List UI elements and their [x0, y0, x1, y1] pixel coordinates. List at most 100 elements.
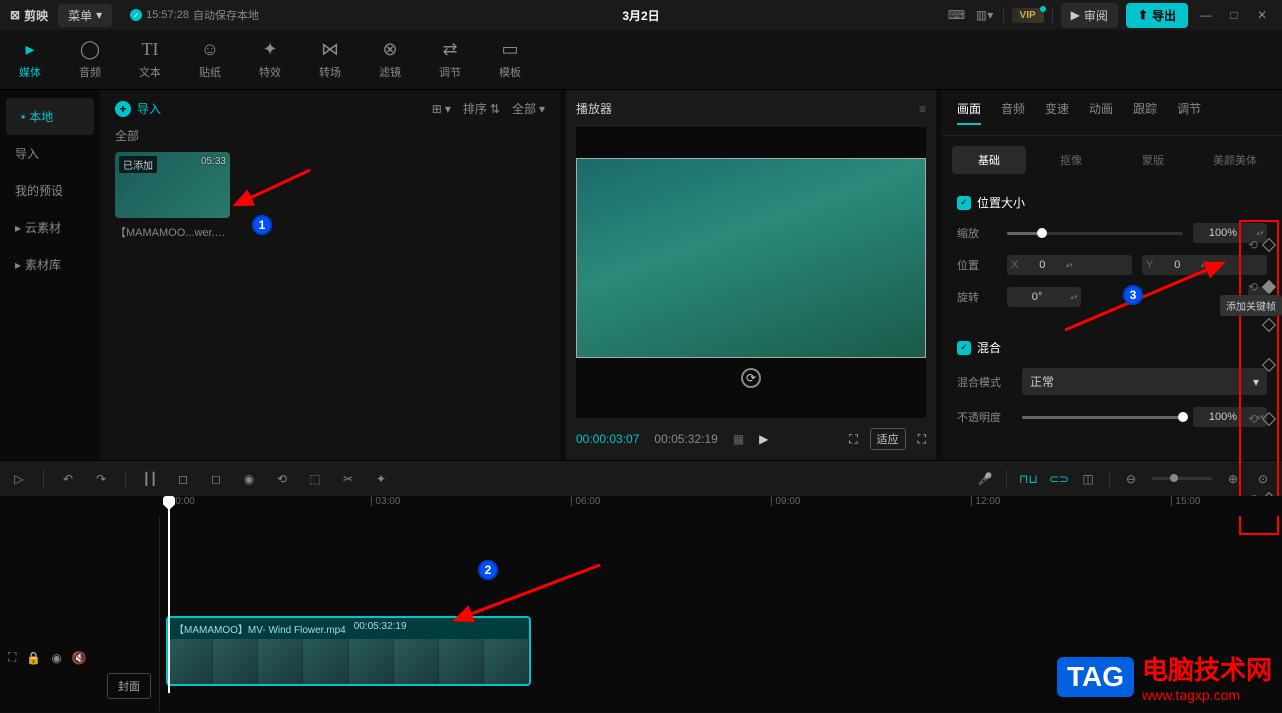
prop-tab-speed[interactable]: 变速 — [1045, 100, 1069, 125]
audio-icon: ◯ — [80, 39, 100, 60]
media-clip[interactable]: 已添加 05:33 【MAMAMOO...wer.mp4 — [115, 152, 230, 240]
delete-left-icon[interactable]: ◻ — [174, 472, 192, 486]
mirror-icon[interactable]: ⬚ — [306, 472, 324, 486]
checkbox-icon[interactable]: ✓ — [957, 196, 971, 210]
prop-tab-anim[interactable]: 动画 — [1089, 100, 1113, 125]
tab-template[interactable]: ▭模板 — [480, 30, 540, 89]
mic-icon[interactable]: 🎤 — [976, 472, 994, 486]
keyframe-icon[interactable] — [1262, 280, 1276, 294]
subtab-basic[interactable]: 基础 — [952, 146, 1026, 174]
split-icon[interactable]: ┃┃ — [141, 472, 159, 486]
pos-x-input[interactable] — [1022, 255, 1062, 275]
speed-icon[interactable]: ◉ — [240, 472, 258, 486]
autosave-status: ✓ 15:57:28 自动保存本地 — [130, 7, 259, 23]
check-icon: ✓ — [130, 9, 142, 21]
close-button[interactable]: ✕ — [1252, 8, 1272, 22]
menu-button[interactable]: 菜单 ▾ — [58, 4, 112, 27]
fullscreen-icon[interactable]: ⛶ — [918, 432, 926, 447]
sync-icon[interactable]: ⟳ — [741, 368, 761, 388]
scan-icon[interactable]: ⛶ — [849, 432, 857, 447]
zoom-out-icon[interactable]: ⊖ — [1122, 472, 1140, 486]
layout-icon[interactable]: ▥▾ — [975, 8, 995, 22]
tab-filter[interactable]: ⊗滤镜 — [360, 30, 420, 89]
reset-icon[interactable]: ⟲ — [1248, 280, 1258, 294]
blend-mode-label: 混合模式 — [957, 374, 1012, 390]
tab-text[interactable]: TI文本 — [120, 30, 180, 89]
undo-icon[interactable]: ↶ — [59, 472, 77, 486]
prop-tab-track[interactable]: 跟踪 — [1133, 100, 1157, 125]
vip-badge[interactable]: VIP — [1012, 8, 1044, 23]
opacity-slider[interactable] — [1022, 416, 1183, 419]
tab-transition[interactable]: ⋈转场 — [300, 30, 360, 89]
lock-icon[interactable]: 🔒 — [26, 651, 41, 665]
checkbox-icon[interactable]: ✓ — [957, 341, 971, 355]
keyboard-icon[interactable]: ⌨ — [947, 8, 967, 22]
subtab-cutout[interactable]: 抠像 — [1034, 146, 1108, 174]
filter-button[interactable]: 全部 ▾ — [512, 100, 545, 117]
volume-icon[interactable]: ▦ — [733, 432, 744, 446]
subtab-mask[interactable]: 蒙版 — [1116, 146, 1190, 174]
redo-icon[interactable]: ↷ — [92, 472, 110, 486]
fullscreen-track-icon[interactable]: ⛶ — [8, 650, 16, 665]
tab-adjust[interactable]: ⇄调节 — [420, 30, 480, 89]
tab-audio[interactable]: ◯音频 — [60, 30, 120, 89]
sidebar-item-local[interactable]: • 本地 — [6, 98, 94, 135]
play-button[interactable]: ▶ — [759, 432, 768, 446]
crop-icon[interactable]: ✂ — [339, 472, 357, 486]
delete-right-icon[interactable]: ◻ — [207, 472, 225, 486]
link-icon[interactable]: ⊂⊃ — [1049, 472, 1067, 486]
view-toggle[interactable]: ⊞▾ — [432, 100, 451, 117]
spinner-icon[interactable]: ▴▾ — [1062, 261, 1076, 269]
sidebar-item-presets[interactable]: 我的预设 — [0, 172, 100, 209]
sort-button[interactable]: 排序 ⇅ — [463, 100, 500, 117]
fit-button[interactable]: 适应 — [870, 428, 906, 450]
mute-icon[interactable]: 🔇 — [72, 651, 87, 665]
scale-slider[interactable] — [1007, 232, 1183, 235]
prop-tab-picture[interactable]: 画面 — [957, 100, 981, 125]
clip-thumbnail[interactable]: 已添加 05:33 — [115, 152, 230, 218]
timeline-clip[interactable]: 【MAMAMOO】MV- Wind Flower.mp4 00:05:32:19 — [166, 616, 531, 686]
import-button[interactable]: + 导入 — [115, 100, 161, 117]
pointer-icon[interactable]: ▷ — [10, 472, 28, 486]
reverse-icon[interactable]: ⟲ — [273, 472, 291, 486]
video-viewport[interactable]: ⟳ — [576, 127, 926, 418]
clip-strip-duration: 00:05:32:19 — [354, 621, 407, 636]
subtab-beauty[interactable]: 美颜美体 — [1198, 146, 1272, 174]
review-button[interactable]: ▶ 审阅 — [1061, 3, 1118, 28]
keyframe-icon[interactable] — [1262, 318, 1276, 332]
pos-y-input[interactable] — [1157, 255, 1197, 275]
rotation-input[interactable] — [1007, 287, 1067, 307]
timeline-ruler[interactable]: | 0:00 | 03:00 | 06:00 | 09:00 | 12:00 |… — [0, 496, 1282, 516]
tab-sticker[interactable]: ☺贴纸 — [180, 30, 240, 89]
preview-icon[interactable]: ◫ — [1079, 472, 1097, 486]
cover-button[interactable]: 封面 — [107, 673, 151, 699]
export-button[interactable]: ⬆ 导出 — [1126, 3, 1188, 28]
prop-tab-adjust[interactable]: 调节 — [1177, 100, 1201, 125]
maximize-button[interactable]: □ — [1224, 8, 1244, 22]
sidebar-item-library[interactable]: ▸ 素材库 — [0, 246, 100, 283]
blend-mode-select[interactable]: 正常 ▾ — [1022, 368, 1267, 395]
prop-tab-audio[interactable]: 音频 — [1001, 100, 1025, 125]
sidebar-item-cloud[interactable]: ▸ 云素材 — [0, 209, 100, 246]
section-transform[interactable]: ✓ 位置大小 — [957, 194, 1267, 211]
text-icon: TI — [142, 39, 159, 60]
player-menu-icon[interactable]: ≡ — [919, 102, 926, 116]
spinner-icon[interactable]: ▴▾ — [1067, 293, 1081, 301]
tab-media[interactable]: ▸媒体 — [0, 30, 60, 89]
keyframe-icon[interactable] — [1262, 238, 1276, 252]
project-title[interactable]: 3月2日 — [622, 7, 659, 24]
playhead[interactable] — [168, 498, 170, 693]
ai-icon[interactable]: ✦ — [372, 472, 390, 486]
minimize-button[interactable]: — — [1196, 8, 1216, 22]
spinner-icon[interactable]: ▴▾ — [1197, 261, 1211, 269]
sidebar-item-import[interactable]: 导入 — [0, 135, 100, 172]
section-blend[interactable]: ✓ 混合 — [957, 339, 1267, 356]
reset-icon[interactable]: ⟲ — [1248, 412, 1258, 426]
reset-icon[interactable]: ⟲ — [1248, 238, 1258, 252]
magnet-icon[interactable]: ⊓⊔ — [1019, 472, 1037, 486]
keyframe-icon[interactable] — [1262, 412, 1276, 426]
keyframe-icon[interactable] — [1262, 358, 1276, 372]
visibility-icon[interactable]: ◉ — [51, 651, 61, 665]
tab-effects[interactable]: ✦特效 — [240, 30, 300, 89]
video-frame[interactable] — [576, 158, 926, 358]
